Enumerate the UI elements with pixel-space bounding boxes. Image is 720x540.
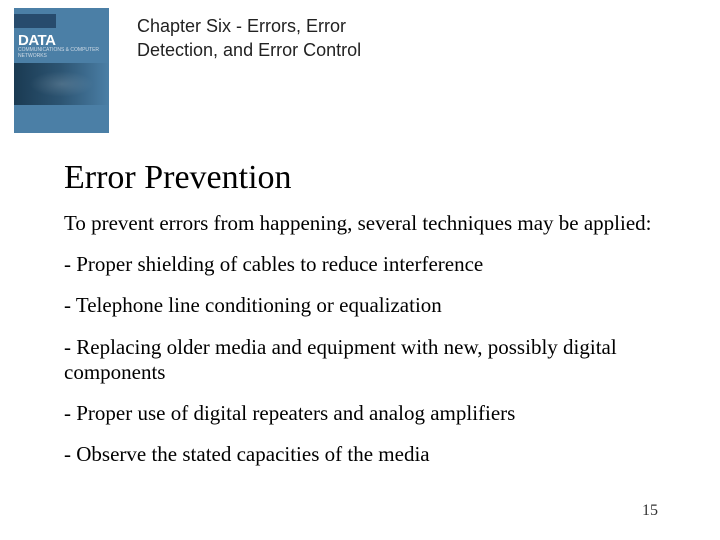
slide: DATA COMMUNICATIONS & COMPUTER NETWORKS … bbox=[0, 0, 720, 540]
slide-content: Error Prevention To prevent errors from … bbox=[0, 133, 720, 467]
chapter-title: Chapter Six - Errors, Error Detection, a… bbox=[109, 8, 429, 63]
bullet-item: - Replacing older media and equipment wi… bbox=[64, 335, 656, 385]
content-heading: Error Prevention bbox=[64, 159, 656, 197]
book-cover-image: DATA COMMUNICATIONS & COMPUTER NETWORKS bbox=[14, 8, 109, 133]
bullet-item: - Proper use of digital repeaters and an… bbox=[64, 401, 656, 426]
bullet-item: - Telephone line conditioning or equaliz… bbox=[64, 293, 656, 318]
bullet-item: - Observe the stated capacities of the m… bbox=[64, 442, 656, 467]
slide-header: DATA COMMUNICATIONS & COMPUTER NETWORKS … bbox=[0, 0, 720, 133]
book-title-sub: COMMUNICATIONS & COMPUTER NETWORKS bbox=[18, 48, 109, 59]
bullet-item: - Proper shielding of cables to reduce i… bbox=[64, 252, 656, 277]
content-intro: To prevent errors from happening, severa… bbox=[64, 211, 656, 236]
page-number: 15 bbox=[642, 502, 658, 520]
